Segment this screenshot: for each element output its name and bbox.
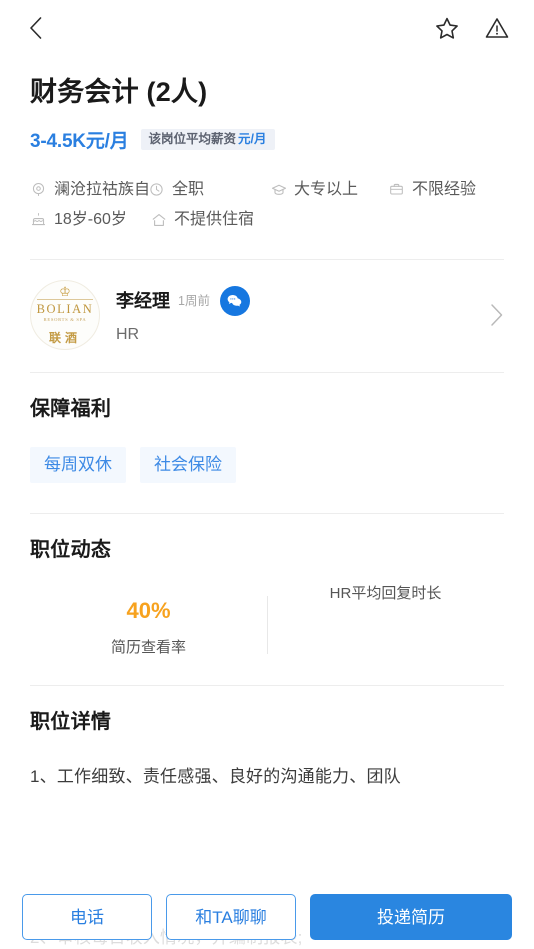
hr-role: HR: [116, 326, 140, 344]
stat-resume-view-rate-value: 40%: [126, 597, 171, 623]
dynamics-stats: 40% 简历查看率 HR平均回复时长: [30, 586, 504, 685]
hr-last-active-time: 1周前: [178, 294, 210, 308]
job-meta-block: 澜沧拉祜族自 全职 大专以上 不限经验 18岁-60岁 不提供住宿: [30, 175, 504, 235]
stat-resume-view-rate: 40% 简历查看率: [30, 586, 267, 655]
hr-info: 李经理 1周前 HR: [116, 286, 480, 343]
stats-vertical-divider: [267, 595, 268, 654]
home-icon: [150, 211, 167, 228]
job-details-section: 职位详情 1、工作细致、责任感强、良好的沟通能力、团队: [0, 686, 534, 792]
job-details-title: 职位详情: [30, 710, 112, 733]
dynamics-section: 职位动态 40% 简历查看率 HR平均回复时长: [0, 514, 534, 685]
favorite-button[interactable]: [432, 13, 462, 43]
star-outline-icon: [436, 17, 458, 39]
bottom-action-bar: 电话 和TA聊聊 投递简历: [0, 885, 534, 949]
report-button[interactable]: [482, 13, 512, 43]
salary-value: 3-4.5K元/月: [30, 130, 129, 152]
average-salary-unit: 元/月: [238, 131, 267, 146]
hr-card-arrow[interactable]: [480, 303, 504, 327]
benefit-tag: 每周双休: [30, 446, 126, 483]
meta-dormitory-text: 不提供住宿: [174, 210, 255, 228]
stat-hr-reply-time-label: HR平均回复时长: [329, 584, 442, 602]
warning-triangle-icon: [485, 18, 509, 38]
company-logo: ♔ BOLIAN RESORTS & SPA 联酒: [31, 281, 99, 349]
benefit-tag: 社会保险: [140, 446, 236, 483]
chat-bubble-icon: [228, 295, 242, 307]
average-salary-label: 该岗位平均薪资: [148, 131, 237, 146]
company-avatar: ♔ BOLIAN RESORTS & SPA 联酒: [30, 279, 100, 350]
benefits-title: 保障福利: [30, 397, 112, 420]
meta-dormitory: 不提供住宿: [150, 211, 254, 228]
logo-brand-text: BOLIAN: [36, 299, 94, 316]
meta-job-type-text: 全职: [172, 180, 205, 198]
phone-button[interactable]: 电话: [22, 894, 152, 940]
meta-age-text: 18岁-60岁: [54, 210, 127, 228]
navbar-right-group: [432, 13, 512, 43]
salary-row: 3-4.5K元/月 该岗位平均薪资 元/月: [30, 126, 504, 153]
apply-resume-button[interactable]: 投递简历: [310, 894, 512, 940]
job-meta-row-1: 澜沧拉祜族自 全职 大专以上 不限经验: [30, 175, 504, 205]
meta-age: 18岁-60岁: [30, 211, 127, 228]
page-content: 财务会计 (2人) 3-4.5K元/月 该岗位平均薪资 元/月 澜沧拉祜族自 全…: [0, 56, 534, 792]
job-detail-screen: 财务会计 (2人) 3-4.5K元/月 该岗位平均薪资 元/月 澜沧拉祜族自 全…: [0, 0, 534, 949]
hr-card[interactable]: ♔ BOLIAN RESORTS & SPA 联酒 李经理 1周前 HR: [0, 260, 534, 372]
meta-location: 澜沧拉祜族自: [30, 181, 150, 198]
back-button[interactable]: [20, 13, 50, 43]
meta-education: 大专以上: [270, 181, 358, 198]
meta-location-text: 澜沧拉祜族自: [54, 181, 151, 198]
briefcase-icon: [388, 181, 405, 198]
chat-button[interactable]: 和TA聊聊: [166, 894, 296, 940]
stat-resume-view-rate-label: 简历查看率: [110, 638, 186, 656]
logo-chinese-text: 联酒: [48, 331, 81, 346]
chevron-right-icon: [491, 304, 503, 326]
graduation-cap-icon: [270, 181, 287, 198]
chevron-left-icon: [29, 17, 41, 39]
job-meta-row-2: 18岁-60岁 不提供住宿: [30, 205, 504, 235]
job-details-line-1: 1、工作细致、责任感强、良好的沟通能力、团队: [30, 766, 401, 786]
hr-chat-button[interactable]: [219, 286, 250, 317]
meta-job-type: 全职: [148, 181, 204, 198]
average-salary-tag[interactable]: 该岗位平均薪资 元/月: [140, 128, 275, 150]
cake-icon: [30, 211, 47, 228]
meta-experience-text: 不限经验: [412, 180, 477, 198]
meta-experience: 不限经验: [388, 181, 476, 198]
job-title: 财务会计 (2人): [30, 77, 208, 107]
benefits-tag-list: 每周双休 社会保险: [30, 446, 504, 513]
clock-icon: [148, 181, 165, 198]
navbar-left-group: [20, 13, 50, 43]
stat-hr-reply-time: HR平均回复时长: [267, 586, 504, 601]
job-header: 财务会计 (2人) 3-4.5K元/月 该岗位平均薪资 元/月 澜沧拉祜族自 全…: [0, 56, 534, 235]
benefits-section: 保障福利 每周双休 社会保险: [0, 373, 534, 513]
dynamics-title: 职位动态: [30, 538, 112, 561]
meta-education-text: 大专以上: [294, 180, 359, 198]
location-pin-icon: [30, 181, 47, 198]
logo-crown-icon: ♔: [59, 284, 71, 300]
hr-name: 李经理: [116, 291, 170, 312]
logo-sub-text: RESORTS & SPA: [43, 316, 87, 322]
hr-name-row: 李经理 1周前: [116, 286, 480, 317]
top-navigation-bar: [0, 0, 534, 56]
